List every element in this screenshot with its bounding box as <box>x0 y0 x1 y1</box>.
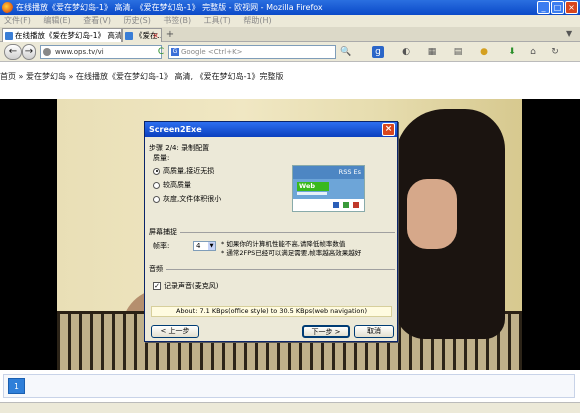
menu-file[interactable]: 文件(F) <box>4 16 31 25</box>
refresh-icon[interactable]: ↻ <box>549 46 561 58</box>
breadcrumb-separator: » <box>18 72 26 81</box>
addon-icon-3[interactable]: ● <box>478 46 490 58</box>
menu-bookmarks[interactable]: 书签(B) <box>163 16 191 25</box>
chevron-down-icon: ▼ <box>208 242 215 250</box>
video-figure-face <box>407 179 457 249</box>
quality-option-medium[interactable]: 较高质量 <box>153 181 191 190</box>
quality-label: 质量: <box>153 154 170 162</box>
quality-option-label: 较高质量 <box>163 181 191 189</box>
navigation-bar: ← → www.ops.tv/vi G Google <Ctrl+K> C 🔍 … <box>0 42 580 62</box>
addon-icon-1[interactable]: ◐ <box>400 46 412 58</box>
quality-option-label: 灰度,文件体积很小 <box>163 195 222 203</box>
reload-icon[interactable]: C <box>155 46 167 58</box>
new-tab-button[interactable]: + <box>164 29 176 41</box>
preview-swatch-green <box>343 202 349 208</box>
quality-option-label: 高质量,接近无损 <box>163 167 215 175</box>
maximize-button[interactable]: □ <box>551 1 564 14</box>
tab-active[interactable]: 在线播放《爱在梦幻岛-1》 高清, 《爱在梦幻... <box>2 28 122 42</box>
pagination-box: 1 <box>3 374 575 398</box>
menu-history[interactable]: 历史(S) <box>124 16 151 25</box>
menu-bar: 文件(F) 编辑(E) 查看(V) 历史(S) 书签(B) 工具(T) 帮助(H… <box>0 15 580 27</box>
search-placeholder: Google <Ctrl+K> <box>181 48 243 56</box>
dialog-title: Screen2Exe <box>149 125 202 134</box>
capture-label: 屏幕捕捉 <box>149 228 180 236</box>
preview-bar <box>297 192 327 195</box>
preview-header: RSS Es <box>293 166 364 179</box>
preview-swatch-red <box>353 202 359 208</box>
menu-help[interactable]: 帮助(H) <box>243 16 271 25</box>
record-audio-checkbox[interactable]: ✓ 记录声音(麦克风) <box>153 282 218 291</box>
cancel-button[interactable]: 取消 <box>354 325 394 338</box>
addon-icon-2[interactable]: ▦ <box>426 46 438 58</box>
download-icon[interactable]: ⬇ <box>506 46 518 58</box>
breadcrumb: 首页 » 爱在梦幻岛 » 在线播放《爱在梦幻岛-1》 高清, 《爱在梦幻岛-1》… <box>0 71 580 83</box>
home-icon[interactable]: ⌂ <box>527 46 539 58</box>
url-text: www.ops.tv/vi <box>55 48 104 56</box>
tab-bar: 在线播放《爱在梦幻岛-1》 高清, 《爱在梦幻... 《爱在... × + ▼ <box>0 27 580 42</box>
tab-second[interactable]: 《爱在... × <box>122 28 162 42</box>
back-button[interactable]: ← <box>4 44 22 60</box>
breadcrumb-show[interactable]: 爱在梦幻岛 <box>26 72 66 81</box>
preview-web-label: Web <box>297 182 329 191</box>
menu-tools[interactable]: 工具(T) <box>204 16 231 25</box>
back-step-button[interactable]: < 上一步 <box>151 325 199 338</box>
tab-label: 在线播放《爱在梦幻岛-1》 高清, 《爱在梦幻... <box>15 31 122 40</box>
fps-value: 4 <box>196 242 201 250</box>
quality-option-high[interactable]: 高质量,接近无损 <box>153 167 214 176</box>
url-input[interactable]: www.ops.tv/vi <box>40 45 162 59</box>
record-audio-label: 记录声音(麦克风) <box>164 282 219 290</box>
audio-label: 音频 <box>149 265 166 273</box>
radio-icon <box>153 181 160 189</box>
breadcrumb-home[interactable]: 首页 <box>0 72 16 81</box>
window-title-bar: 在线播放《爱在梦幻岛-1》 高清, 《爱在梦幻岛-1》 完整版 - 欧视网 - … <box>0 0 580 15</box>
status-bar <box>0 402 580 413</box>
breadcrumb-separator: » <box>68 72 76 81</box>
breadcrumb-current: 在线播放《爱在梦幻岛-1》 高清, 《爱在梦幻岛-1》完整版 <box>75 72 284 81</box>
fps-label: 帧率: <box>153 242 170 250</box>
search-input[interactable]: G Google <Ctrl+K> <box>168 45 336 59</box>
quality-preview-image: RSS Es Web <box>292 165 365 212</box>
dialog-title-bar: Screen2Exe × <box>145 122 397 137</box>
minimize-button[interactable]: _ <box>537 1 550 14</box>
forward-button[interactable]: → <box>22 44 36 60</box>
fps-hint-2: * 通常2FPS已经可以满足需要,帧率越高效果越好 <box>221 249 362 257</box>
tab-close-icon[interactable]: × <box>152 29 159 42</box>
page-button-current[interactable]: 1 <box>8 378 25 394</box>
about-bitrate-text: About: 7.1 KBps(office style) to 30.5 KB… <box>151 306 392 317</box>
next-step-button[interactable]: 下一步 > <box>302 325 350 338</box>
window-title: 在线播放《爱在梦幻岛-1》 高清, 《爱在梦幻岛-1》 完整版 - 欧视网 - … <box>16 3 323 12</box>
checkbox-checked-icon: ✓ <box>153 282 161 290</box>
dialog-close-button[interactable]: × <box>382 123 395 136</box>
site-identity-icon <box>43 48 51 56</box>
zoom-icon[interactable]: 🔍 <box>340 46 352 58</box>
step-label: 步骤 2/4: 录制配置 <box>149 144 213 152</box>
tab-list-icon[interactable]: ▼ <box>566 29 572 38</box>
quality-option-grayscale[interactable]: 灰度,文件体积很小 <box>153 195 221 204</box>
radio-icon <box>153 195 160 203</box>
google-search-icon: G <box>171 48 179 56</box>
preview-swatch-blue <box>333 202 339 208</box>
fps-hint-1: * 如果你的计算机性能不高,请降低帧率数值 <box>221 240 346 248</box>
fps-select[interactable]: 4 ▼ <box>193 241 216 251</box>
page-favicon-icon <box>5 32 13 40</box>
search-engine-icon[interactable]: g <box>372 46 384 58</box>
page-favicon-icon <box>125 32 133 40</box>
screen2exe-dialog: Screen2Exe × 步骤 2/4: 录制配置 质量: 高质量,接近无损 较… <box>144 121 398 342</box>
firefox-logo-icon <box>2 2 13 13</box>
menu-view[interactable]: 查看(V) <box>83 16 111 25</box>
close-window-button[interactable]: × <box>565 1 578 14</box>
radio-icon <box>153 167 160 175</box>
bookmark-icon[interactable]: ▤ <box>452 46 464 58</box>
menu-edit[interactable]: 编辑(E) <box>43 16 70 25</box>
